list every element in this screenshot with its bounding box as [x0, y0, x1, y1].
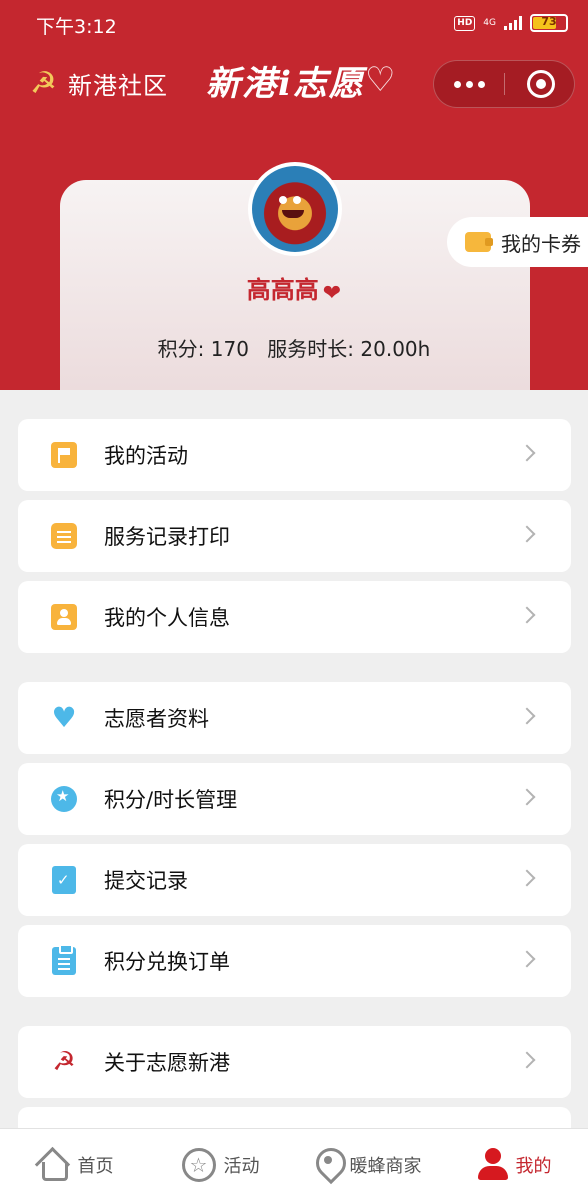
tab-home[interactable]: 首页 [0, 1129, 147, 1200]
network-type-icon: 4G [483, 17, 496, 28]
menu-item-label: 积分兑换订单 [104, 950, 230, 974]
tab-label: 首页 [77, 1155, 114, 1177]
menu-item-label: 服务记录打印 [104, 525, 230, 549]
service-hours-value: 服务时长: 20.00h [267, 337, 431, 361]
signal-icon [504, 16, 522, 30]
tab-label: 暖蜂商家 [349, 1155, 422, 1177]
home-icon [34, 1148, 70, 1182]
battery-level: 73 [541, 15, 557, 28]
tab-activities[interactable]: ☆ 活动 [147, 1129, 294, 1200]
menu-item-label: 我的活动 [104, 444, 188, 468]
coupon-label: 我的卡券 [501, 231, 581, 256]
tab-mine[interactable]: 我的 [441, 1129, 588, 1200]
contact-card-icon [50, 603, 78, 631]
status-time: 下午3:12 [36, 16, 117, 38]
document-check-icon [50, 866, 78, 894]
wallet-icon [465, 232, 493, 252]
flag-icon [50, 441, 78, 469]
tab-bar: 首页 ☆ 活动 暖蜂商家 我的 [0, 1128, 588, 1200]
username: 高高高 [246, 276, 319, 304]
chevron-right-icon [518, 606, 536, 624]
menu-item-volunteer-profile[interactable]: ♥ 志愿者资料 [18, 682, 571, 754]
menu-item-points-hours-management[interactable]: 积分/时长管理 [18, 763, 571, 835]
community-logo: ☭ 新港社区 [30, 66, 168, 101]
menu-item-label: 志愿者资料 [104, 707, 209, 731]
menu-item-label: 提交记录 [104, 869, 188, 893]
star-icon: ☆ [181, 1147, 216, 1182]
miniprogram-capsule [433, 60, 575, 108]
tab-label: 活动 [223, 1155, 260, 1177]
notepad-icon [50, 522, 78, 550]
status-bar: 下午3:12 HD 4G 73 [0, 0, 588, 48]
tab-merchants[interactable]: 暖蜂商家 [294, 1129, 441, 1200]
chevron-right-icon [518, 707, 536, 725]
menu-item-label: 关于志愿新港 [104, 1051, 230, 1075]
menu-item-label: 积分/时长管理 [104, 788, 238, 812]
hd-icon: HD [454, 15, 476, 31]
menu-group-personal: 我的活动 服务记录打印 我的个人信息 [18, 419, 571, 662]
chevron-right-icon [518, 788, 536, 806]
party-emblem-icon: ☭ [52, 1047, 76, 1077]
heart-icon: ♥ [51, 701, 77, 734]
clipboard-icon [50, 944, 78, 975]
party-emblem-icon: ☭ [30, 65, 57, 101]
close-miniprogram-button[interactable] [527, 70, 555, 98]
menu-item-points-exchange-orders[interactable]: 积分兑换订单 [18, 925, 571, 997]
my-coupons-button[interactable]: 我的卡券 [447, 217, 588, 267]
username-row: 高高高 ❤ [0, 270, 588, 306]
user-stats: 积分: 170 服务时长: 20.00h [0, 333, 588, 362]
menu-item-submission-records[interactable]: 提交记录 [18, 844, 571, 916]
navigation-bar: ☭ 新港社区 新港i志愿 ♡ [0, 52, 588, 114]
volunteer-heart-icon: ❤ [322, 281, 342, 306]
capsule-divider [504, 73, 505, 95]
more-options-button[interactable] [434, 61, 504, 107]
chevron-right-icon [518, 1051, 536, 1069]
points-value: 积分: 170 [157, 337, 249, 361]
menu-item-service-record-print[interactable]: 服务记录打印 [18, 500, 571, 572]
menu-item-personal-info[interactable]: 我的个人信息 [18, 581, 571, 653]
brand-title: 新港i志愿 [206, 64, 365, 104]
chevron-right-icon [518, 525, 536, 543]
user-icon [477, 1147, 508, 1182]
status-indicators: HD 4G 73 [454, 14, 568, 32]
chevron-right-icon [518, 444, 536, 462]
community-name: 新港社区 [68, 72, 168, 100]
tab-label: 我的 [515, 1155, 552, 1177]
avatar-image [252, 166, 338, 252]
chevron-right-icon [518, 950, 536, 968]
chevron-right-icon [518, 869, 536, 887]
menu-group-volunteer: ♥ 志愿者资料 积分/时长管理 提交记录 积分兑换订单 [18, 682, 571, 1006]
menu-item-my-activities[interactable]: 我的活动 [18, 419, 571, 491]
menu-item-label: 我的个人信息 [104, 606, 230, 630]
medal-icon [50, 785, 78, 813]
brand-heart-icon: ♡ [365, 60, 396, 100]
battery-icon: 73 [530, 14, 568, 32]
menu-item-about[interactable]: ☭ 关于志愿新港 [18, 1026, 571, 1098]
location-pin-icon [314, 1148, 342, 1182]
avatar[interactable] [248, 162, 342, 256]
